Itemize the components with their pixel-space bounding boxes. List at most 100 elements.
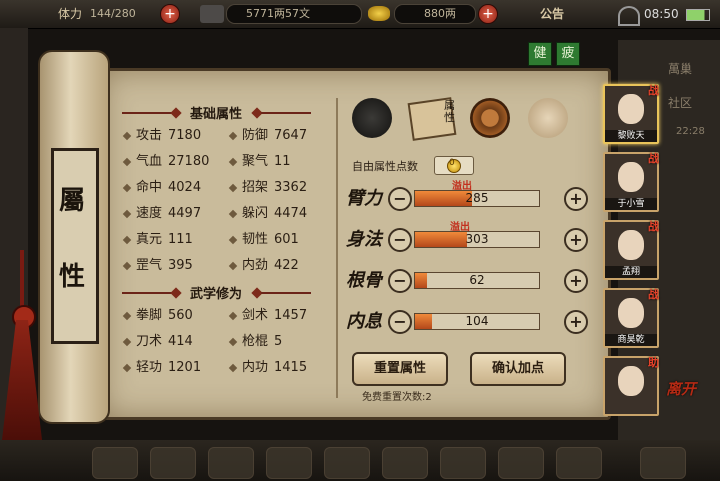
party-role-tag: 战: [648, 84, 659, 97]
menu-icon-4[interactable]: [266, 447, 312, 479]
bg-label-nest: 萬巢: [668, 62, 693, 76]
attribute-name: 臂力: [346, 188, 382, 209]
party-member-name: 商昊乾: [605, 334, 657, 346]
panel-divider: [336, 98, 338, 398]
stat-label: 攻击: [136, 128, 163, 143]
money-value: 5771两57文: [246, 7, 310, 20]
party-role-tag: 战: [648, 288, 659, 301]
party-role-tag: 助: [648, 356, 659, 369]
menu-icon-8[interactable]: [498, 447, 544, 479]
free-reset-count: 免费重置次数:2: [362, 392, 432, 403]
increase-button[interactable]: +: [564, 310, 588, 334]
attribute-tab-label: 属性: [444, 99, 455, 124]
health-status-button[interactable]: 健: [528, 42, 552, 66]
character-face-icon: [618, 94, 644, 124]
stat-value: 1201: [168, 360, 202, 375]
overflow-label: 溢出: [450, 222, 470, 233]
character-face-icon: [618, 298, 644, 328]
stat-label: 气血: [136, 154, 163, 169]
confirm-points-button[interactable]: 确认加点: [470, 352, 566, 386]
stat-value: 414: [168, 334, 193, 349]
decrease-button[interactable]: −: [388, 310, 412, 334]
scroll-title-plate: [51, 148, 99, 344]
menu-icon-6[interactable]: [382, 447, 428, 479]
stat-label: 剑术: [242, 308, 269, 323]
increase-button[interactable]: +: [564, 269, 588, 293]
stat-label: 内劲: [242, 258, 269, 273]
stat-label: 聚气: [242, 154, 269, 169]
fatigue-status-button[interactable]: 疲: [556, 42, 580, 66]
martial-arts-title: 武学修为: [189, 287, 242, 302]
party-member-name: 孟翔: [605, 266, 657, 278]
leave-label[interactable]: 离开: [666, 378, 696, 399]
party-member-name: 黎败天: [605, 130, 657, 142]
stat-label: 命中: [136, 180, 163, 195]
reset-attributes-button[interactable]: 重置属性: [352, 352, 448, 386]
menu-icon-2[interactable]: [150, 447, 196, 479]
menu-icon-7[interactable]: [440, 447, 486, 479]
bg-label-time: 22:28: [676, 126, 705, 137]
increase-button[interactable]: +: [564, 187, 588, 211]
scroll-title-bottom: 性: [58, 262, 85, 292]
money-icon: [200, 5, 224, 23]
stat-label: 内功: [242, 360, 269, 375]
increase-button[interactable]: +: [564, 228, 588, 252]
attribute-value: 104: [465, 314, 489, 328]
stat-label: 轻功: [136, 360, 163, 375]
stat-label: 韧性: [242, 232, 269, 247]
stat-value: 560: [168, 308, 193, 323]
stat-value: 5: [274, 334, 283, 349]
section-line-right: [261, 112, 311, 114]
stat-value: 395: [168, 258, 193, 273]
stat-value: 1415: [274, 360, 308, 375]
meditate-icon[interactable]: [528, 98, 568, 138]
announcement-button[interactable]: 公告: [540, 0, 564, 28]
stat-value: 3362: [274, 180, 308, 195]
helmet-icon[interactable]: [352, 98, 392, 138]
add-gold-button[interactable]: +: [478, 4, 498, 24]
attribute-bar: 104: [414, 313, 540, 330]
overflow-label: 溢出: [452, 181, 472, 192]
stat-label: 防御: [242, 128, 269, 143]
menu-icon-3[interactable]: [208, 447, 254, 479]
stat-value: 4497: [168, 206, 202, 221]
menu-icon-1[interactable]: [92, 447, 138, 479]
stat-label: 刀术: [136, 334, 163, 349]
stamina-value: 144/280: [90, 7, 136, 20]
clock: 08:50: [644, 7, 679, 21]
decrease-button[interactable]: −: [388, 269, 412, 293]
stat-value: 1457: [274, 308, 308, 323]
stat-value: 11: [274, 154, 291, 169]
attribute-bar: 62: [414, 272, 540, 289]
stat-label: 速度: [136, 206, 163, 221]
stamina-label: 体力: [58, 7, 83, 21]
stat-label: 拳脚: [136, 308, 163, 323]
party-member-name: 于小雪: [605, 198, 657, 210]
attribute-name: 内息: [346, 311, 382, 332]
section-line-left: [122, 292, 172, 294]
stat-label: 罡气: [136, 258, 163, 273]
decrease-button[interactable]: −: [388, 228, 412, 252]
stat-value: 422: [274, 258, 299, 273]
menu-icon-10[interactable]: [640, 447, 686, 479]
bg-label-community: 社区: [668, 96, 693, 110]
free-points-value: 0: [449, 158, 455, 168]
party-role-tag: 战: [648, 220, 659, 233]
stat-value: 111: [168, 232, 193, 247]
stat-label: 枪棍: [242, 334, 269, 349]
menu-icon-5[interactable]: [324, 447, 370, 479]
party-role-tag: 战: [648, 152, 659, 165]
scroll-title-top: 屬: [58, 186, 85, 216]
basic-attributes-title: 基础属性: [189, 107, 242, 122]
section-line-right: [261, 292, 311, 294]
stat-value: 7647: [274, 128, 308, 143]
attribute-bar: 285: [414, 190, 540, 207]
menu-icon-9[interactable]: [556, 447, 602, 479]
stat-value: 4474: [274, 206, 308, 221]
stat-label: 招架: [242, 180, 269, 195]
wifi-icon: [618, 6, 640, 26]
stat-value: 4024: [168, 180, 202, 195]
add-stamina-button[interactable]: +: [160, 4, 180, 24]
taiji-icon[interactable]: [470, 98, 510, 138]
decrease-button[interactable]: −: [388, 187, 412, 211]
